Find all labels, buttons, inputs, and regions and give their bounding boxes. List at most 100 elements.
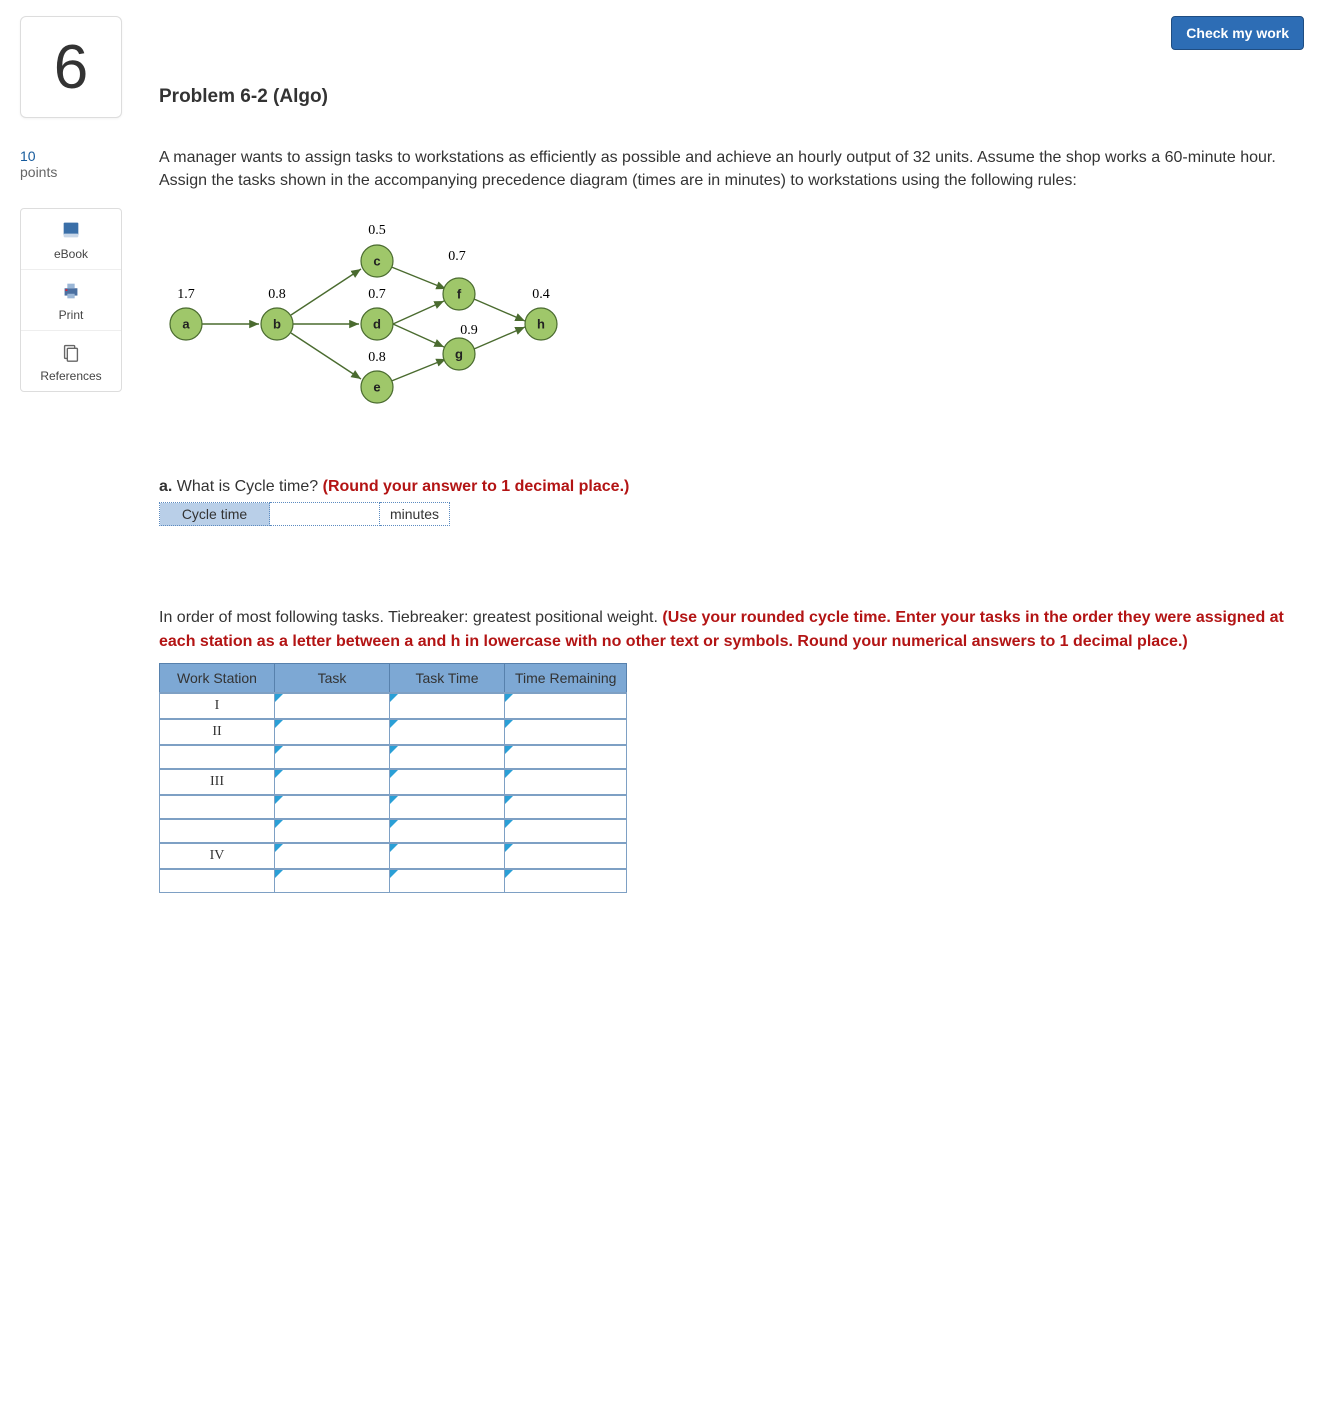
- input-marker-icon: [275, 694, 283, 702]
- time-remaining-input[interactable]: [505, 795, 627, 819]
- svg-text:0.5: 0.5: [368, 223, 386, 238]
- book-icon: [60, 219, 82, 241]
- input-marker-icon: [275, 870, 283, 878]
- svg-text:1.7: 1.7: [177, 287, 195, 302]
- svg-text:c: c: [373, 254, 380, 269]
- precedence-diagram: a 1.7 b 0.8 c 0.5 d 0.7 e 0.8 f 0.7 g 0.…: [159, 214, 1304, 418]
- task-time-input[interactable]: [390, 719, 505, 745]
- col-workstation: Work Station: [160, 663, 275, 693]
- table-row: [160, 745, 627, 769]
- task-input[interactable]: [275, 819, 390, 843]
- task-input[interactable]: [275, 769, 390, 795]
- svg-text:d: d: [373, 317, 381, 332]
- tool-label: eBook: [54, 247, 88, 261]
- workstation-label: IV: [160, 843, 275, 869]
- tool-panel: eBook Print References: [20, 208, 122, 392]
- svg-text:0.7: 0.7: [368, 287, 386, 302]
- input-marker-icon: [505, 820, 513, 828]
- time-remaining-input[interactable]: [505, 719, 627, 745]
- table-row: I: [160, 693, 627, 719]
- input-marker-icon: [390, 770, 398, 778]
- task-input[interactable]: [275, 693, 390, 719]
- task-time-input[interactable]: [390, 843, 505, 869]
- input-marker-icon: [275, 720, 283, 728]
- input-marker-icon: [390, 870, 398, 878]
- input-marker-icon: [505, 694, 513, 702]
- tool-ebook[interactable]: eBook: [21, 209, 121, 270]
- input-marker-icon: [390, 820, 398, 828]
- input-marker-icon: [390, 844, 398, 852]
- task-input[interactable]: [275, 795, 390, 819]
- task-input[interactable]: [275, 869, 390, 893]
- workstation-label: [160, 795, 275, 819]
- svg-text:b: b: [273, 317, 281, 332]
- cycle-time-table: Cycle time minutes: [159, 502, 450, 526]
- input-marker-icon: [275, 796, 283, 804]
- input-marker-icon: [390, 746, 398, 754]
- task-time-input[interactable]: [390, 795, 505, 819]
- input-marker-icon: [505, 746, 513, 754]
- workstation-label: [160, 819, 275, 843]
- svg-text:a: a: [182, 317, 190, 332]
- task-time-input[interactable]: [390, 869, 505, 893]
- input-marker-icon: [505, 720, 513, 728]
- printer-icon: [60, 280, 82, 302]
- task-time-input[interactable]: [390, 769, 505, 795]
- part-a-question: a. What is Cycle time? (Round your answe…: [159, 478, 1304, 496]
- cycle-time-unit: minutes: [380, 503, 450, 526]
- svg-text:e: e: [373, 380, 380, 395]
- cycle-time-input[interactable]: [270, 503, 380, 526]
- col-time-remaining: Time Remaining: [505, 663, 627, 693]
- input-marker-icon: [390, 694, 398, 702]
- time-remaining-input[interactable]: [505, 745, 627, 769]
- problem-prompt: A manager wants to assign tasks to works…: [159, 146, 1304, 192]
- tool-label: Print: [59, 308, 84, 322]
- workstation-label: [160, 745, 275, 769]
- svg-text:0.4: 0.4: [532, 287, 550, 302]
- tool-references[interactable]: References: [21, 331, 121, 391]
- svg-text:g: g: [455, 347, 463, 362]
- table-row: [160, 819, 627, 843]
- table-row: IV: [160, 843, 627, 869]
- input-marker-icon: [390, 796, 398, 804]
- table-row: III: [160, 769, 627, 795]
- part-b-instructions: In order of most following tasks. Tiebre…: [159, 606, 1304, 652]
- points-value: 10: [20, 148, 36, 164]
- input-marker-icon: [275, 820, 283, 828]
- svg-text:f: f: [457, 287, 462, 302]
- col-task-time: Task Time: [390, 663, 505, 693]
- input-marker-icon: [275, 770, 283, 778]
- svg-text:0.9: 0.9: [460, 323, 478, 338]
- time-remaining-input[interactable]: [505, 869, 627, 893]
- task-time-input[interactable]: [390, 819, 505, 843]
- task-input[interactable]: [275, 843, 390, 869]
- time-remaining-input[interactable]: [505, 819, 627, 843]
- svg-text:0.7: 0.7: [448, 249, 466, 264]
- input-marker-icon: [505, 796, 513, 804]
- tool-print[interactable]: Print: [21, 270, 121, 331]
- input-marker-icon: [505, 870, 513, 878]
- task-time-input[interactable]: [390, 693, 505, 719]
- points-display: 10 points: [20, 148, 135, 180]
- table-row: [160, 795, 627, 819]
- time-remaining-input[interactable]: [505, 693, 627, 719]
- time-remaining-input[interactable]: [505, 843, 627, 869]
- input-marker-icon: [505, 844, 513, 852]
- references-icon: [60, 341, 82, 363]
- cycle-time-label: Cycle time: [160, 503, 270, 526]
- workstation-label: II: [160, 719, 275, 745]
- check-my-work-button[interactable]: Check my work: [1171, 16, 1304, 50]
- question-number-card: 6: [20, 16, 122, 118]
- task-input[interactable]: [275, 745, 390, 769]
- svg-text:h: h: [537, 317, 545, 332]
- input-marker-icon: [390, 720, 398, 728]
- task-time-input[interactable]: [390, 745, 505, 769]
- tool-label: References: [40, 369, 101, 383]
- task-input[interactable]: [275, 719, 390, 745]
- workstation-table: Work Station Task Task Time Time Remaini…: [159, 663, 627, 894]
- workstation-label: III: [160, 769, 275, 795]
- workstation-label: [160, 869, 275, 893]
- time-remaining-input[interactable]: [505, 769, 627, 795]
- svg-text:0.8: 0.8: [268, 287, 286, 302]
- svg-text:0.8: 0.8: [368, 350, 386, 365]
